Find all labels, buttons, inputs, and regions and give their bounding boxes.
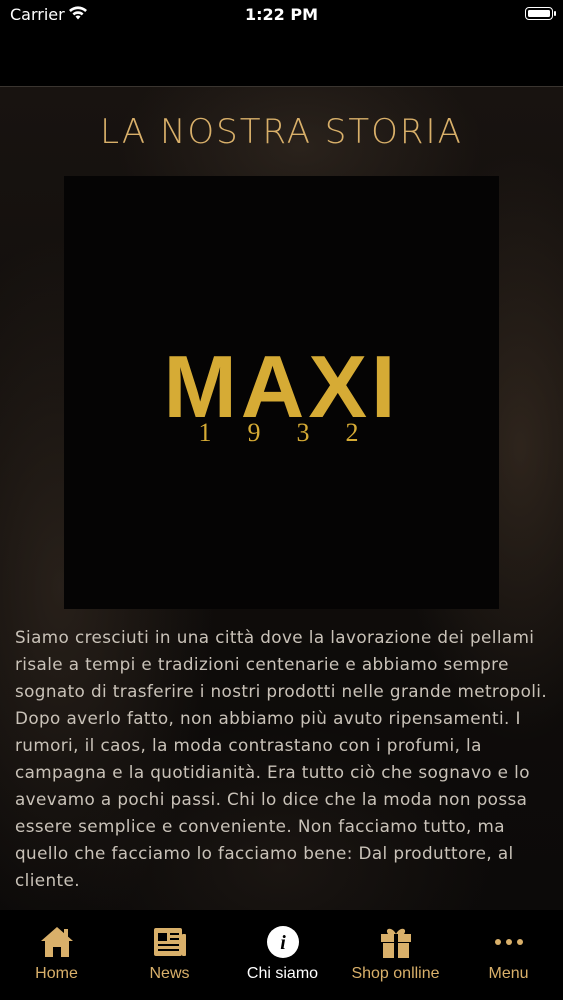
tab-menu-label: Menu [488, 965, 529, 982]
tab-chi-siamo[interactable]: i Chi siamo [226, 910, 339, 1000]
status-bar: Carrier 1:22 PM [0, 0, 563, 30]
tab-chi-siamo-label: Chi siamo [246, 965, 319, 982]
tab-home-label: Home [35, 965, 78, 982]
tab-shop-online[interactable]: Shop onlline [339, 910, 452, 1000]
brand-logo: MAXI 1932 [64, 176, 499, 609]
tab-home[interactable]: Home [0, 910, 113, 1000]
svg-text:i: i [280, 932, 286, 954]
story-paragraph: Siamo cresciuti in una città dove la lav… [15, 627, 548, 890]
more-icon [452, 924, 563, 960]
info-icon: i [226, 924, 339, 960]
tab-news-label: News [149, 965, 190, 982]
tab-news[interactable]: News [113, 910, 226, 1000]
battery-icon [525, 7, 556, 20]
page-title: LA NOSTRA STORIA [100, 112, 463, 152]
gift-icon [339, 924, 452, 960]
home-icon [0, 924, 113, 960]
tab-shop-online-label: Shop onlline [351, 965, 440, 982]
newspaper-icon [113, 924, 226, 960]
tab-menu[interactable]: Menu [452, 910, 563, 1000]
logo-year: 1932 [198, 418, 395, 447]
tab-bar: Home News i Chi siamo Shop onlline Menu [0, 910, 563, 1000]
clock: 1:22 PM [244, 5, 318, 24]
